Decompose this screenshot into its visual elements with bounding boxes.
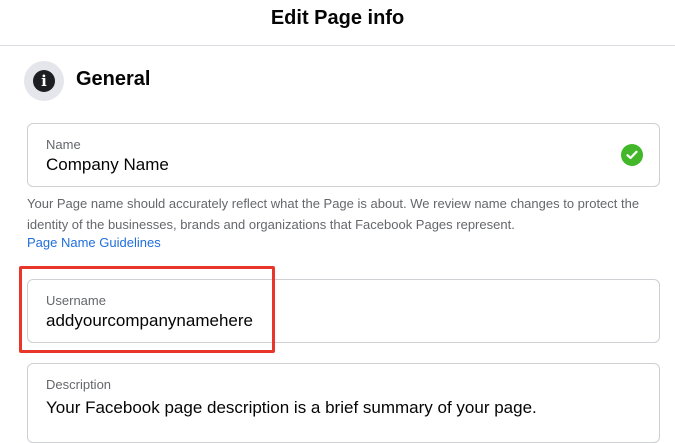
- dialog-title: Edit Page info: [270, 7, 405, 29]
- description-field-label: Description: [46, 377, 112, 392]
- description-field[interactable]: Description Your Facebook page descripti…: [27, 363, 660, 443]
- section-icon-wrap: i: [24, 61, 64, 101]
- name-field-label: Name: [46, 137, 81, 152]
- check-circle-icon: [621, 144, 643, 166]
- page-name-guidelines-link[interactable]: Page Name Guidelines: [27, 235, 161, 250]
- name-field[interactable]: Name Company Name: [27, 123, 660, 187]
- description-field-value[interactable]: Your Facebook page description is a brie…: [46, 398, 537, 418]
- section-title: General: [76, 68, 151, 90]
- dialog-header: Edit Page info: [0, 0, 675, 46]
- name-help-text: Your Page name should accurately reflect…: [27, 196, 640, 232]
- username-highlight-box: [19, 266, 275, 353]
- info-icon: i: [33, 70, 55, 92]
- name-field-value[interactable]: Company Name: [46, 155, 169, 175]
